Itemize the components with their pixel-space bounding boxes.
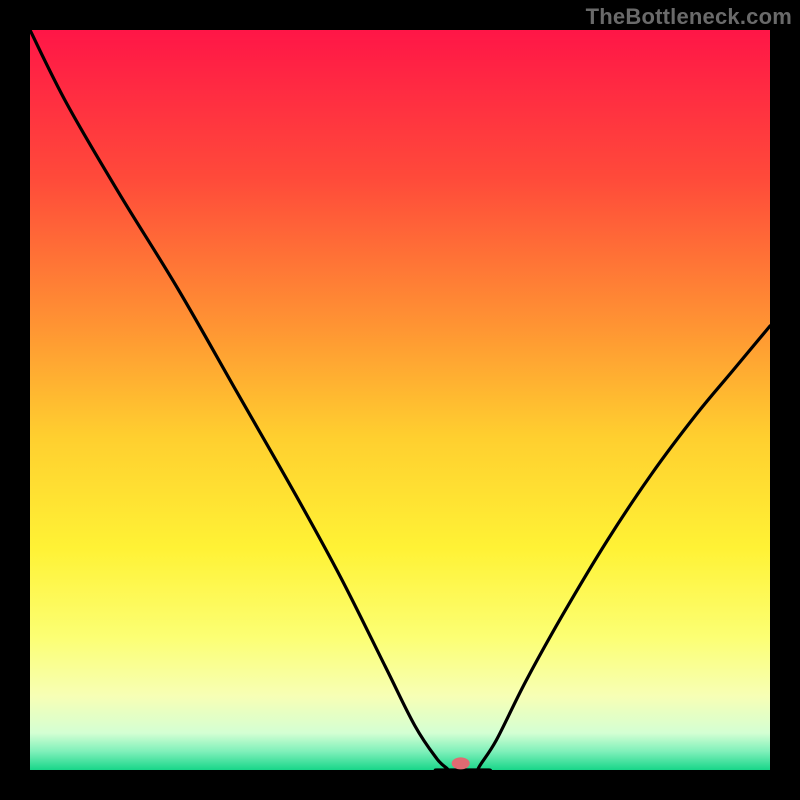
optimum-marker [452, 757, 470, 769]
plot-area [30, 30, 770, 770]
watermark-label: TheBottleneck.com [586, 4, 792, 30]
bottleneck-chart [30, 30, 770, 770]
gradient-background [30, 30, 770, 770]
chart-frame: TheBottleneck.com [0, 0, 800, 800]
